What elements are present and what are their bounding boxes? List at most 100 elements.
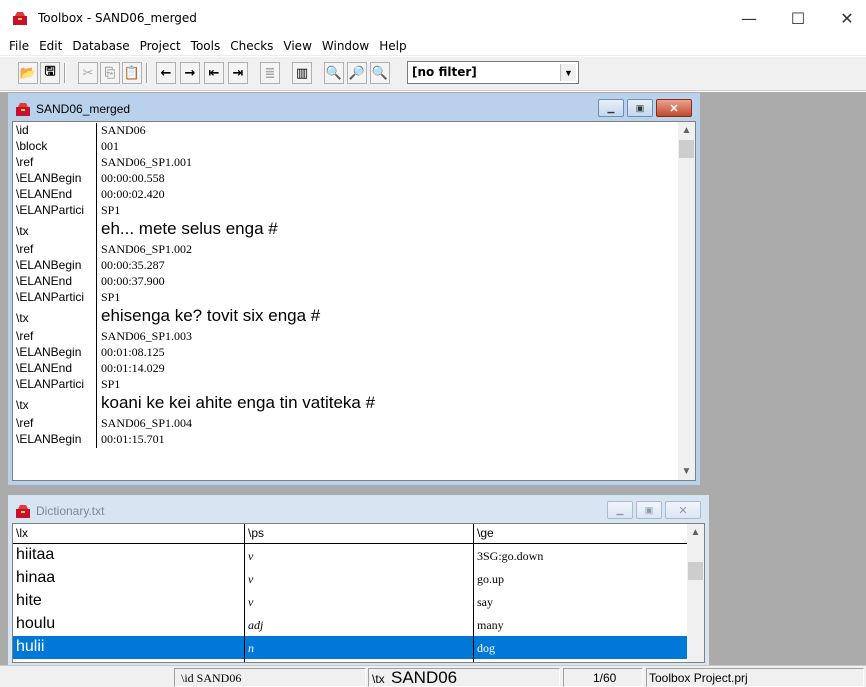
record-fields[interactable]: \id SAND06 \block 001 \ref SAND06_SP1.001 \…: [13, 122, 678, 480]
field-row[interactable]: \ELANPartici SP1: [13, 203, 678, 219]
field-value[interactable]: 00:01:14.029: [97, 361, 165, 377]
maximize-button[interactable]: ☐: [775, 0, 821, 36]
scroll-up-icon[interactable]: ▲: [687, 524, 704, 541]
last-record-icon[interactable]: ⇥: [228, 62, 248, 84]
field-value[interactable]: SAND06_SP1.004: [97, 416, 192, 432]
field-value[interactable]: 00:00:00.558: [97, 171, 165, 187]
field-row[interactable]: \ELANPartici SP1: [13, 377, 678, 393]
close-icon[interactable]: ✕: [656, 99, 692, 117]
menu-file[interactable]: File: [4, 39, 34, 53]
field-value[interactable]: 00:00:37.900: [97, 274, 165, 290]
field-value[interactable]: SAND06_SP1.001: [97, 155, 192, 171]
field-row[interactable]: \ref SAND06_SP1.004: [13, 416, 678, 432]
dictionary-vertical-scrollbar[interactable]: ▲: [687, 524, 704, 662]
field-value[interactable]: SAND06_SP1.002: [97, 242, 192, 258]
scrollbar-thumb[interactable]: [679, 140, 694, 158]
text-tier-value[interactable]: ehisenga ke? tovit six enga #: [97, 306, 320, 329]
menu-checks[interactable]: Checks: [225, 39, 278, 53]
menu-database[interactable]: Database: [67, 39, 134, 53]
field-row[interactable]: \id SAND06: [13, 123, 678, 139]
arrow-left-icon[interactable]: ←: [156, 62, 176, 84]
field-row[interactable]: \ref SAND06_SP1.002: [13, 242, 678, 258]
table-row-selected[interactable]: hulii n dog: [13, 636, 687, 659]
text-tier-value[interactable]: eh... mete selus enga #: [97, 219, 278, 242]
arrow-right-icon[interactable]: →: [180, 62, 200, 84]
table-row[interactable]: hinaa v go.up: [13, 567, 687, 590]
field-row[interactable]: \ELANBegin 00:00:00.558: [13, 171, 678, 187]
table-row[interactable]: hiitaa v 3SG:go.down: [13, 544, 687, 567]
field-value[interactable]: 00:00:02.420: [97, 187, 165, 203]
menu-help[interactable]: Help: [374, 39, 411, 53]
find-icon[interactable]: 🔍: [324, 62, 344, 84]
browse-icon[interactable]: ▥: [292, 62, 312, 84]
field-row[interactable]: \ref SAND06_SP1.001: [13, 155, 678, 171]
column-header-ge[interactable]: \ge: [477, 526, 494, 540]
menu-view[interactable]: View: [278, 39, 316, 53]
field-row[interactable]: \ELANBegin 00:01:08.125: [13, 345, 678, 361]
column-header-ps[interactable]: \ps: [248, 526, 264, 540]
minimize-icon[interactable]: ▁: [598, 99, 624, 117]
paste-icon[interactable]: 📋: [122, 62, 142, 84]
text-tier-value[interactable]: koani ke kei ahite enga tin vatiteka #: [97, 393, 375, 416]
restore-icon[interactable]: ▣: [636, 501, 662, 519]
record-vertical-scrollbar[interactable]: ▲ ▼: [678, 122, 695, 480]
field-value[interactable]: SP1: [97, 377, 120, 393]
field-value[interactable]: SP1: [97, 290, 120, 306]
column-header-lx[interactable]: \lx: [16, 526, 28, 540]
status-tx-field: \tx SAND06: [368, 668, 560, 687]
column-divider[interactable]: [244, 524, 245, 662]
field-marker: \ELANPartici: [13, 377, 97, 393]
close-button[interactable]: ✕: [824, 0, 866, 36]
field-row[interactable]: \ELANEnd 00:00:02.420: [13, 187, 678, 203]
scroll-down-icon[interactable]: ▼: [678, 463, 695, 480]
field-row[interactable]: \ELANBegin 00:00:35.287: [13, 258, 678, 274]
scrollbar-thumb[interactable]: [688, 562, 703, 580]
scroll-up-icon[interactable]: ▲: [678, 122, 695, 139]
dictionary-window-titlebar[interactable]: Dictionary.txt ▁ ▣ ✕: [12, 499, 705, 523]
field-row[interactable]: \ref SAND06_SP1.003: [13, 329, 678, 345]
find-prev-icon[interactable]: 🔍: [370, 62, 390, 84]
field-value[interactable]: SAND06: [97, 123, 146, 139]
copy-icon[interactable]: ⎘: [100, 62, 120, 84]
text-tier-row[interactable]: \tx eh... mete selus enga #: [13, 219, 678, 242]
menu-window[interactable]: Window: [317, 39, 374, 53]
record-view[interactable]: \id SAND06 \block 001 \ref SAND06_SP1.001 \…: [12, 121, 696, 481]
dictionary-table[interactable]: \lx \ps \ge hiitaa v 3SG:go.down hinaa v…: [13, 524, 687, 662]
close-icon[interactable]: ✕: [665, 501, 701, 519]
interlinear-icon[interactable]: ≣: [260, 62, 280, 84]
find-next-icon[interactable]: 🔎: [347, 62, 367, 84]
chevron-down-icon[interactable]: ▼: [560, 64, 576, 81]
dictionary-window: Dictionary.txt ▁ ▣ ✕ \lx \ps \ge hiitaa …: [8, 495, 709, 667]
cut-icon[interactable]: ✂: [78, 62, 98, 84]
dictionary-browse-view[interactable]: \lx \ps \ge hiitaa v 3SG:go.down hinaa v…: [12, 523, 705, 663]
field-row[interactable]: \ELANEnd 00:01:14.029: [13, 361, 678, 377]
field-value[interactable]: SP1: [97, 203, 120, 219]
cell-gloss: dog: [477, 641, 495, 655]
field-value[interactable]: 00:01:15.701: [97, 432, 165, 448]
field-value[interactable]: 00:01:08.125: [97, 345, 165, 361]
table-row[interactable]: hite v say: [13, 590, 687, 613]
field-value[interactable]: SAND06_SP1.003: [97, 329, 192, 345]
field-value[interactable]: 001: [97, 139, 119, 155]
field-row[interactable]: \block 001: [13, 139, 678, 155]
field-value[interactable]: 00:00:35.287: [97, 258, 165, 274]
first-record-icon[interactable]: ⇤: [204, 62, 224, 84]
text-tier-row[interactable]: \tx koani ke kei ahite enga tin vatiteka …: [13, 393, 678, 416]
save-icon[interactable]: 🖫: [40, 62, 60, 84]
record-window-titlebar[interactable]: SAND06_merged ▁ ▣ ✕: [12, 97, 696, 121]
open-folder-icon[interactable]: 📂: [18, 62, 38, 84]
minimize-button[interactable]: —: [726, 0, 772, 36]
filter-select[interactable]: [no filter] ▼: [407, 61, 579, 84]
menu-edit[interactable]: Edit: [34, 39, 67, 53]
field-row[interactable]: \ELANPartici SP1: [13, 290, 678, 306]
column-divider[interactable]: [473, 524, 474, 662]
minimize-icon[interactable]: ▁: [607, 501, 633, 519]
restore-icon[interactable]: ▣: [627, 99, 653, 117]
field-row[interactable]: \ELANBegin 00:01:15.701: [13, 432, 678, 448]
menu-project[interactable]: Project: [135, 39, 186, 53]
status-record-id-text: \id SAND06: [181, 671, 242, 685]
text-tier-row[interactable]: \tx ehisenga ke? tovit six enga #: [13, 306, 678, 329]
table-row[interactable]: houlu adj many: [13, 613, 687, 636]
menu-tools[interactable]: Tools: [186, 39, 226, 53]
field-row[interactable]: \ELANEnd 00:00:37.900: [13, 274, 678, 290]
